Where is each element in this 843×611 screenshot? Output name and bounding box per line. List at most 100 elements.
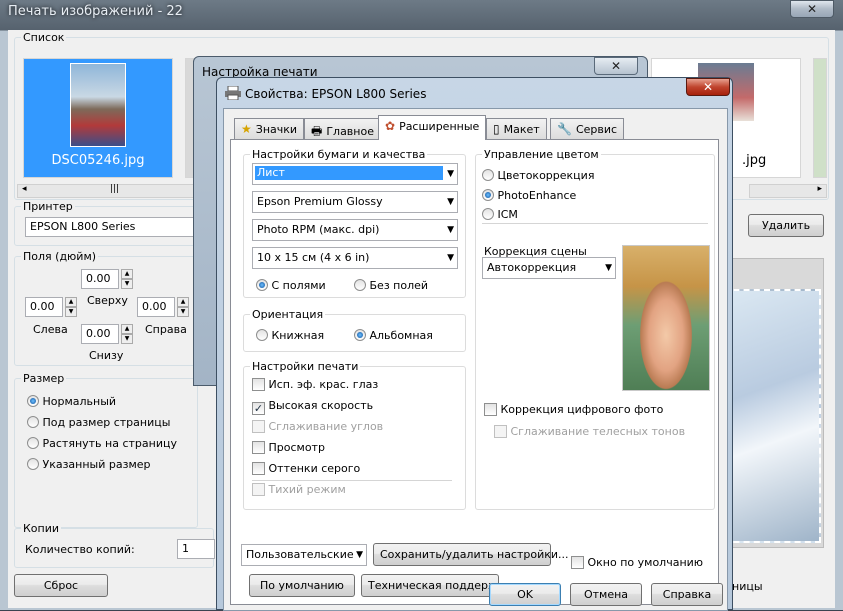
cancel-button[interactable]: Отмена xyxy=(570,583,642,606)
scroll-right-icon[interactable]: ▸ xyxy=(817,184,822,194)
checkbox-red-eye[interactable] xyxy=(252,378,265,391)
chevron-down-icon: ▼ xyxy=(447,169,454,179)
radio-custom[interactable] xyxy=(27,458,39,470)
margin-bottom-input[interactable]: 0.00 xyxy=(81,324,119,344)
printer-tab-icon: 🖶 xyxy=(311,124,323,138)
paper-size-select[interactable]: 10 x 15 см (4 x 6 in) ▼ xyxy=(252,247,458,269)
margin-left-spinner[interactable]: ▲ ▼ xyxy=(65,297,77,317)
margin-top-spinner[interactable]: ▲ ▼ xyxy=(121,269,133,289)
print-settings-label: Настройки печати xyxy=(250,360,361,373)
tab-layout[interactable]: ▯ Макет xyxy=(486,118,547,139)
wrench-icon: 🔧 xyxy=(557,122,572,136)
tab-icons[interactable]: ★ Значки xyxy=(234,118,305,139)
thumbnail-edge[interactable] xyxy=(813,58,827,178)
icm-option[interactable]: ICM xyxy=(482,208,518,221)
checkbox-skin-smoothing xyxy=(494,425,507,438)
landscape-option[interactable]: Альбомная xyxy=(354,329,433,342)
high-speed-option[interactable]: ✓ Высокая скорость xyxy=(252,399,373,415)
checkbox-preview[interactable] xyxy=(252,441,265,454)
tab-service[interactable]: 🔧 Сервис xyxy=(550,118,625,139)
scroll-left-icon[interactable]: ◂ xyxy=(22,184,27,194)
checkbox-grayscale[interactable] xyxy=(252,462,265,475)
checkbox-edge-smoothing xyxy=(252,420,265,433)
photoenhance-option[interactable]: PhotoEnhance xyxy=(482,189,576,202)
radio-normal[interactable] xyxy=(27,395,39,407)
radio-borderless[interactable] xyxy=(354,279,366,291)
radio-landscape[interactable] xyxy=(354,329,366,341)
copies-count-label: Количество копий: xyxy=(25,543,135,556)
size-option-fit-page[interactable]: Под размер страницы xyxy=(27,412,177,433)
with-margins-option[interactable]: С полями xyxy=(256,279,326,292)
radio-photoenhance[interactable] xyxy=(482,189,494,201)
radio-stretch[interactable] xyxy=(27,437,39,449)
margins-group-label: Поля (дюйм) xyxy=(21,250,99,263)
paper-source-select[interactable]: Лист ▼ xyxy=(252,163,458,185)
checkbox-quiet-mode xyxy=(252,483,265,496)
thumbnail-selected[interactable]: DSC05246.jpg xyxy=(23,58,173,178)
thumbnail-image xyxy=(70,63,126,147)
tech-support-button[interactable]: Техническая поддержка xyxy=(361,574,511,597)
chevron-down-icon: ▼ xyxy=(447,197,454,207)
divider xyxy=(482,223,708,224)
digital-fix-option[interactable]: Коррекция цифрового фото xyxy=(484,403,663,416)
margin-right-input[interactable]: 0.00 xyxy=(137,297,175,317)
ok-button[interactable]: OK xyxy=(489,583,561,606)
main-window-title: Печать изображений - 22 xyxy=(8,4,183,19)
radio-portrait[interactable] xyxy=(256,329,268,341)
print-settings-group: Настройки печати Исп. эф. крас. глаз ✓ В… xyxy=(243,360,466,510)
props-close-button[interactable]: ✕ xyxy=(686,78,730,96)
props-body: ★ Значки 🖶 Главное ✿ Расширенные ▯ Макет 🔧 Се… xyxy=(223,108,728,611)
size-option-custom[interactable]: Указанный размер xyxy=(27,454,177,475)
grayscale-option[interactable]: Оттенки серого xyxy=(252,462,360,475)
margin-right-spinner[interactable]: ▲ ▼ xyxy=(177,297,189,317)
tab-advanced[interactable]: ✿ Расширенные xyxy=(378,115,487,140)
divider xyxy=(252,480,452,481)
margin-left-label: Слева xyxy=(33,323,68,336)
copies-group: Копии Количество копий: 1 xyxy=(14,522,215,568)
main-close-button[interactable]: ✕ xyxy=(790,0,834,18)
scroll-grip-icon[interactable]: ||| xyxy=(110,184,119,194)
checkbox-default-window[interactable] xyxy=(571,556,584,569)
print-quality-select[interactable]: Photo RPM (макс. dpi) ▼ xyxy=(252,219,458,241)
size-option-stretch[interactable]: Растянуть на страницу xyxy=(27,433,177,454)
checkbox-high-speed[interactable]: ✓ xyxy=(252,402,265,415)
advanced-icon: ✿ xyxy=(385,119,396,133)
radio-icm[interactable] xyxy=(482,208,494,220)
printer-name-field[interactable]: EPSON L800 Series xyxy=(25,217,197,237)
radio-with-margins[interactable] xyxy=(256,279,268,291)
quiet-mode-option: Тихий режим xyxy=(252,483,346,496)
paper-type-select[interactable]: Epson Premium Glossy ▼ xyxy=(252,191,458,213)
default-window-option[interactable]: Окно по умолчанию xyxy=(571,556,703,569)
print-setup-close-button[interactable]: ✕ xyxy=(594,57,638,75)
checkbox-digital-fix[interactable] xyxy=(484,403,497,416)
margin-top-input[interactable]: 0.00 xyxy=(81,269,119,289)
radio-color-correction[interactable] xyxy=(482,169,494,181)
color-correction-option[interactable]: Цветокоррекция xyxy=(482,169,594,182)
red-eye-option[interactable]: Исп. эф. крас. глаз xyxy=(252,378,378,391)
borderless-option[interactable]: Без полей xyxy=(354,279,428,292)
delete-button[interactable]: Удалить xyxy=(748,214,824,237)
radio-fit-page[interactable] xyxy=(27,416,39,428)
copies-input[interactable]: 1 xyxy=(177,539,215,559)
skin-smoothing-option: Сглаживание телесных тонов xyxy=(494,425,685,438)
thumbnail-scrollbar[interactable]: ◂ ||| xyxy=(17,184,207,198)
size-group: Размер Нормальный Под размер страницы Ра… xyxy=(14,372,198,528)
portrait-option[interactable]: Книжная xyxy=(256,329,324,342)
size-option-normal[interactable]: Нормальный xyxy=(27,391,177,412)
size-options: Нормальный Под размер страницы Растянуть… xyxy=(27,391,177,475)
tab-main[interactable]: 🖶 Главное xyxy=(304,118,381,139)
printer-icon xyxy=(225,86,241,100)
save-delete-settings-button[interactable]: Сохранить/удалить настройки... xyxy=(373,543,569,566)
thumbnail-scrollbar-right[interactable]: ▸ xyxy=(749,184,827,198)
margin-bottom-spinner[interactable]: ▲ ▼ xyxy=(121,324,133,344)
thumbnail-label: DSC05246.jpg xyxy=(51,153,145,168)
defaults-button[interactable]: По умолчанию xyxy=(249,574,355,597)
help-button[interactable]: Справка xyxy=(651,583,723,606)
advanced-tab-page: Настройки бумаги и качества Лист ▼ Epson … xyxy=(230,139,719,605)
margin-left-input[interactable]: 0.00 xyxy=(25,297,63,317)
reset-button[interactable]: Сброс xyxy=(14,574,108,597)
preset-select[interactable]: Пользовательские ▼ xyxy=(241,544,367,566)
scene-correction-select[interactable]: Автокоррекция ▼ xyxy=(482,257,616,279)
preview-option[interactable]: Просмотр xyxy=(252,441,325,454)
size-group-label: Размер xyxy=(21,372,67,385)
